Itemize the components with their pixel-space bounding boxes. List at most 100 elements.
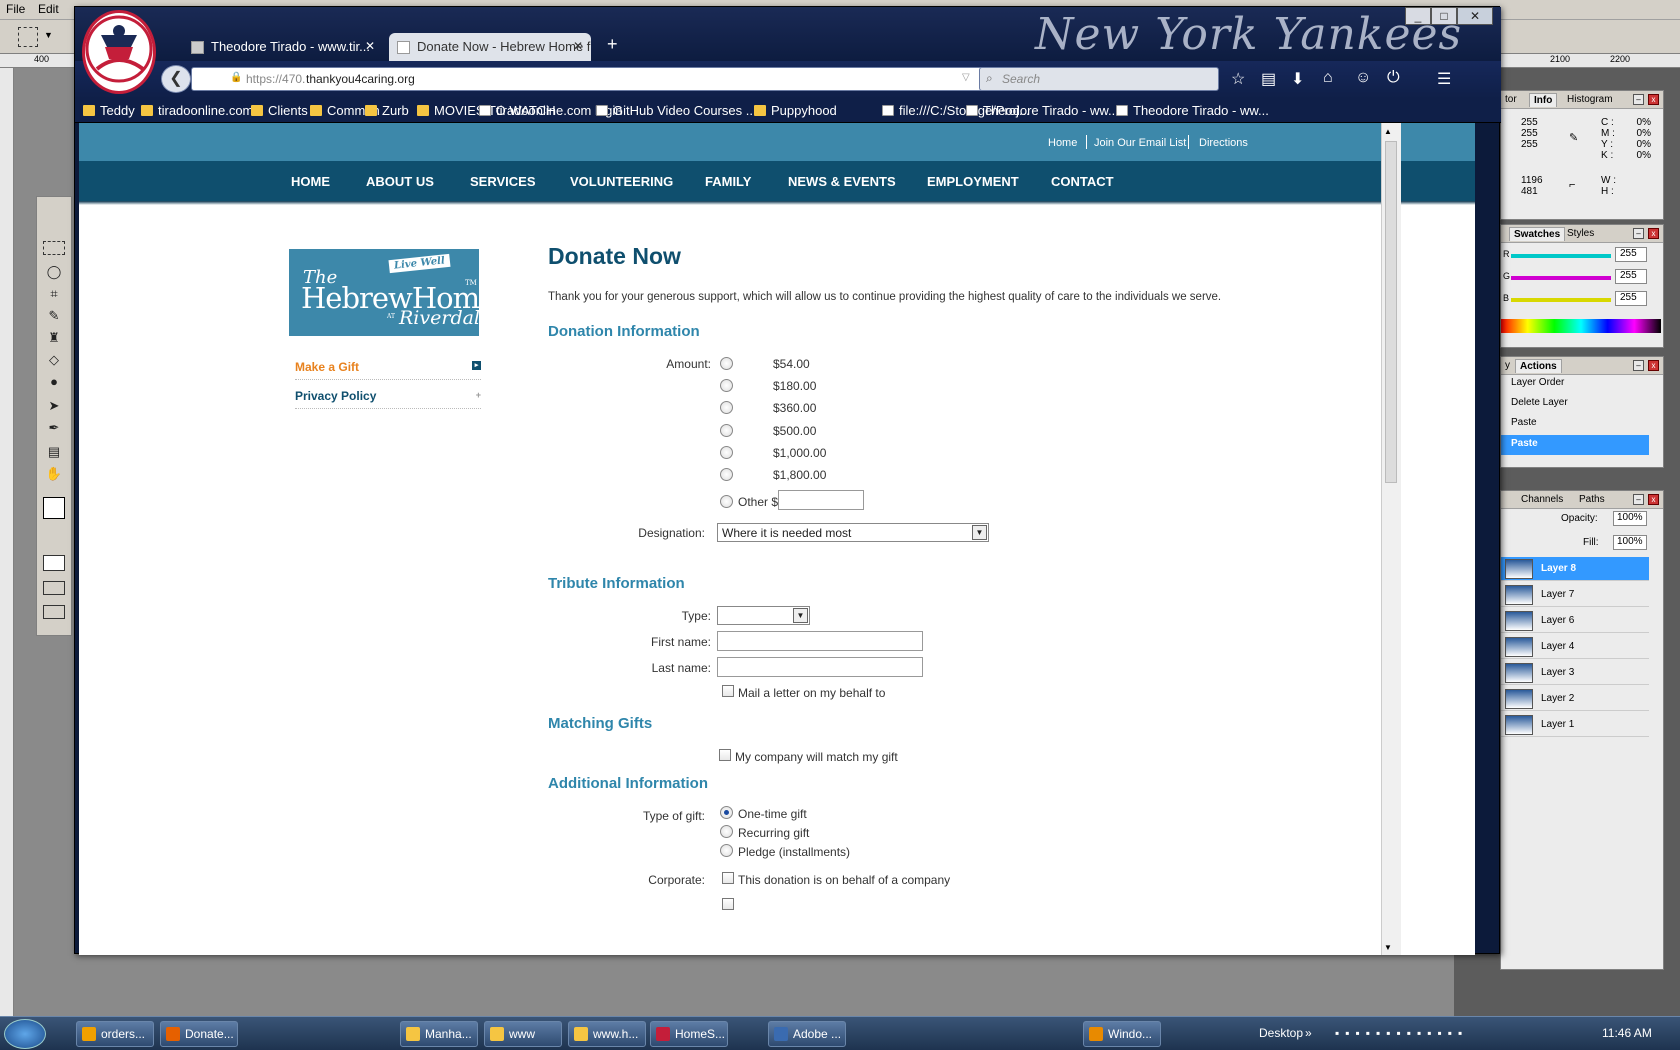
tab-layers[interactable] [1501, 493, 1513, 495]
chevron-down-icon[interactable]: ▼ [44, 30, 53, 40]
extension-icon[interactable]: ⏻ [1387, 69, 1400, 87]
eraser-tool-icon[interactable]: ◇ [43, 351, 65, 369]
menu-file[interactable]: File [6, 2, 25, 16]
taskbar-item[interactable]: Manha... [400, 1021, 478, 1047]
jump-to-imageready-icon[interactable] [43, 605, 65, 619]
amount-radio[interactable] [720, 379, 733, 393]
util-link-email[interactable]: Join Our Email List [1094, 137, 1186, 149]
first-name-input[interactable] [717, 631, 923, 651]
amount-radio[interactable] [720, 423, 733, 437]
layer-row[interactable]: Layer 2 [1501, 687, 1649, 711]
taskbar-item[interactable]: orders... [76, 1021, 154, 1047]
bookmark-page[interactable]: GitHub Video Courses ... [596, 103, 757, 118]
amount-radio[interactable] [720, 401, 733, 415]
bookmark-folder[interactable]: Puppyhood [754, 103, 837, 118]
b-slider-track[interactable] [1511, 298, 1611, 302]
nav-volunteering[interactable]: VOLUNTEERING [570, 174, 673, 189]
download-icon[interactable]: ⬇ [1291, 69, 1304, 89]
panel-minimize-button[interactable]: – [1633, 94, 1644, 105]
home-icon[interactable]: ⌂ [1323, 69, 1333, 87]
amount-radio[interactable] [720, 468, 733, 481]
panel-minimize-button[interactable]: – [1633, 360, 1644, 371]
new-tab-button[interactable]: + [607, 34, 618, 55]
bookmark-star-icon[interactable]: ☆ [1231, 69, 1245, 89]
tab-donate-now[interactable]: Donate Now - Hebrew Home f... ✕ [389, 33, 591, 61]
last-name-input[interactable] [717, 657, 923, 677]
g-value-field[interactable]: 255 [1615, 269, 1647, 284]
layer-row[interactable]: Layer 8 [1501, 557, 1649, 581]
nav-about-us[interactable]: ABOUT US [366, 174, 434, 189]
util-link-home[interactable]: Home [1048, 137, 1077, 149]
sidebar-link-make-a-gift[interactable]: Make a Gift ▸ [295, 352, 481, 380]
layer-row[interactable]: Layer 3 [1501, 661, 1649, 685]
taskbar-item[interactable]: Windo... [1083, 1021, 1161, 1047]
layer-row[interactable]: Layer 7 [1501, 583, 1649, 607]
maximize-button[interactable]: □ [1431, 7, 1457, 25]
chevron-right-icon[interactable]: » [1305, 1026, 1312, 1040]
bookmark-folder[interactable]: Teddy [83, 103, 135, 118]
marquee-tool-icon[interactable] [43, 241, 65, 255]
screen-mode-icon[interactable] [43, 581, 65, 595]
gift-type-radio[interactable] [720, 806, 733, 819]
scroll-up-icon[interactable]: ▲ [1384, 127, 1392, 136]
hebrew-home-logo[interactable]: Live Well The HebrewHome TM AT Riverdale [289, 249, 496, 336]
nav-contact[interactable]: CONTACT [1051, 174, 1114, 189]
close-icon[interactable]: ✕ [365, 39, 375, 53]
tab-channels[interactable]: Channels [1517, 493, 1567, 506]
notes-tool-icon[interactable]: ▤ [43, 443, 65, 461]
layer-row[interactable]: Layer 1 [1501, 713, 1649, 737]
tab-paths[interactable]: Paths [1575, 493, 1609, 506]
util-link-directions[interactable]: Directions [1199, 137, 1248, 149]
back-button[interactable]: ❮ [161, 65, 191, 93]
close-window-button[interactable]: ✕ [1457, 7, 1493, 25]
nav-family[interactable]: FAMILY [705, 174, 751, 189]
history-item-selected[interactable]: Paste [1501, 435, 1649, 455]
system-tray-icons[interactable]: ▪▪▪▪▪▪▪▪▪▪▪▪▪ [1335, 1026, 1585, 1040]
tab-actions[interactable]: Actions [1515, 359, 1562, 373]
scroll-thumb[interactable] [1385, 141, 1397, 483]
panel-minimize-button[interactable]: – [1633, 228, 1644, 239]
g-slider-track[interactable] [1511, 276, 1611, 280]
other-amount-input[interactable] [778, 490, 864, 510]
tab-info[interactable]: Info [1529, 93, 1558, 107]
history-item[interactable]: Delete Layer [1511, 397, 1651, 417]
foreground-color-swatch[interactable] [43, 497, 65, 519]
panel-minimize-button[interactable]: – [1633, 494, 1644, 505]
stamp-tool-icon[interactable]: ♜ [43, 329, 65, 347]
chat-icon[interactable]: ☺ [1355, 69, 1371, 87]
panel-close-button[interactable]: x [1648, 228, 1659, 239]
url-bar[interactable]: 🔒 https://470. thankyou4caring.org ▽ ↻ [191, 67, 1001, 91]
clock[interactable]: 11:46 AM [1602, 1026, 1652, 1040]
pen-tool-icon[interactable]: ✒ [43, 419, 65, 437]
panel-close-button[interactable]: x [1648, 360, 1659, 371]
tab-theodore-tirado[interactable]: Theodore Tirado - www.tir... ✕ [183, 33, 383, 61]
tab-history[interactable]: y [1501, 359, 1514, 372]
quick-mask-icon[interactable] [43, 555, 65, 571]
taskbar-item[interactable]: www [484, 1021, 562, 1047]
panel-close-button[interactable]: x [1648, 94, 1659, 105]
minimize-button[interactable]: _ [1405, 7, 1431, 25]
page-scrollbar[interactable]: ▲ ▼ [1381, 123, 1401, 955]
next-checkbox[interactable] [722, 898, 734, 910]
bookmark-folder[interactable]: tiradoonline.com [141, 103, 253, 118]
gift-type-radio[interactable] [720, 844, 733, 857]
taskbar-item[interactable]: HomeS... [650, 1021, 728, 1047]
mail-letter-checkbox[interactable] [722, 685, 734, 697]
reading-list-icon[interactable]: ▤ [1261, 69, 1276, 89]
nav-employment[interactable]: EMPLOYMENT [927, 174, 1019, 189]
panel-close-button[interactable]: x [1648, 494, 1659, 505]
r-value-field[interactable]: 255 [1615, 247, 1647, 262]
taskbar-item[interactable]: Adobe ... [768, 1021, 846, 1047]
hand-tool-icon[interactable]: ✋ [43, 465, 65, 483]
nav-news-events[interactable]: NEWS & EVENTS [788, 174, 896, 189]
blur-tool-icon[interactable]: ● [43, 373, 65, 391]
bookmark-folder[interactable]: Zurb [365, 103, 409, 118]
gift-type-radio[interactable] [720, 825, 733, 838]
color-ramp[interactable] [1501, 319, 1661, 333]
bookmark-folder[interactable]: Clients [251, 103, 308, 118]
menu-icon[interactable]: ☰ [1437, 69, 1451, 89]
close-icon[interactable]: ✕ [573, 39, 583, 53]
dropdown-icon[interactable]: ▽ [962, 72, 970, 83]
nav-home[interactable]: HOME [291, 174, 330, 189]
history-item[interactable]: Paste [1511, 417, 1651, 437]
